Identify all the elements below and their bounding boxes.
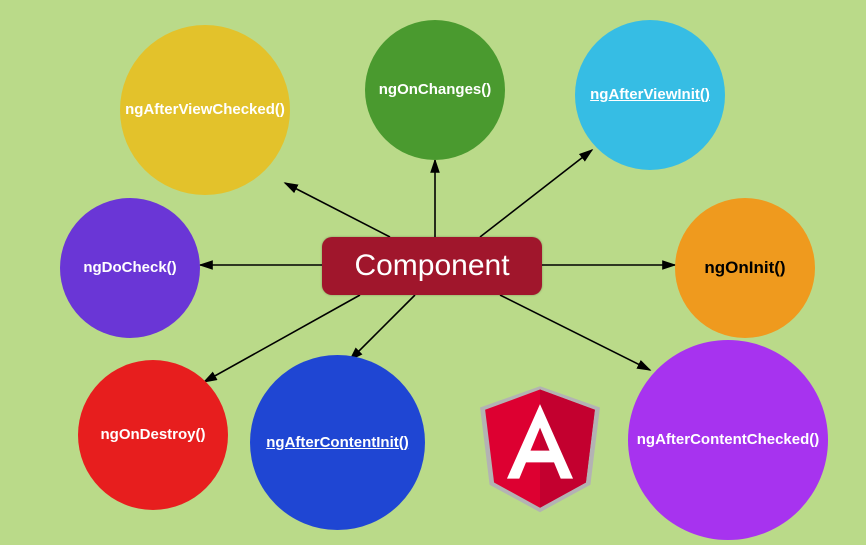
- node-ngDoCheck: ngDoCheck(): [60, 198, 200, 338]
- node-label: ngOnChanges(): [379, 81, 492, 98]
- node-label: ngDoCheck(): [83, 259, 176, 276]
- node-label: ngOnInit(): [704, 258, 785, 278]
- lifecycle-diagram: Component ngAfterViewChecked() ngOnChang…: [0, 0, 866, 545]
- node-link[interactable]: ngAfterContentInit(): [266, 434, 408, 451]
- node-ngOnChanges: ngOnChanges(): [365, 20, 505, 160]
- node-label: ngAfterContentInit(): [266, 434, 408, 451]
- component-label: Component: [354, 249, 509, 283]
- node-link[interactable]: ngAfterViewInit(): [590, 86, 710, 103]
- node-label: ngAfterViewInit(): [590, 86, 710, 103]
- node-ngAfterContentChecked: ngAfterContentChecked(): [628, 340, 828, 540]
- node-label: ngAfterViewChecked(): [125, 101, 285, 118]
- node-ngAfterViewInit[interactable]: ngAfterViewInit(): [575, 20, 725, 170]
- node-ngOnDestroy: ngOnDestroy(): [78, 360, 228, 510]
- component-center: Component: [322, 237, 542, 295]
- angular-logo: [470, 370, 610, 520]
- node-label: ngOnDestroy(): [101, 426, 206, 443]
- node-label: ngAfterContentChecked(): [637, 431, 820, 448]
- node-ngAfterContentInit[interactable]: ngAfterContentInit(): [250, 355, 425, 530]
- node-ngAfterViewChecked: ngAfterViewChecked(): [120, 25, 290, 195]
- node-ngOnInit: ngOnInit(): [675, 198, 815, 338]
